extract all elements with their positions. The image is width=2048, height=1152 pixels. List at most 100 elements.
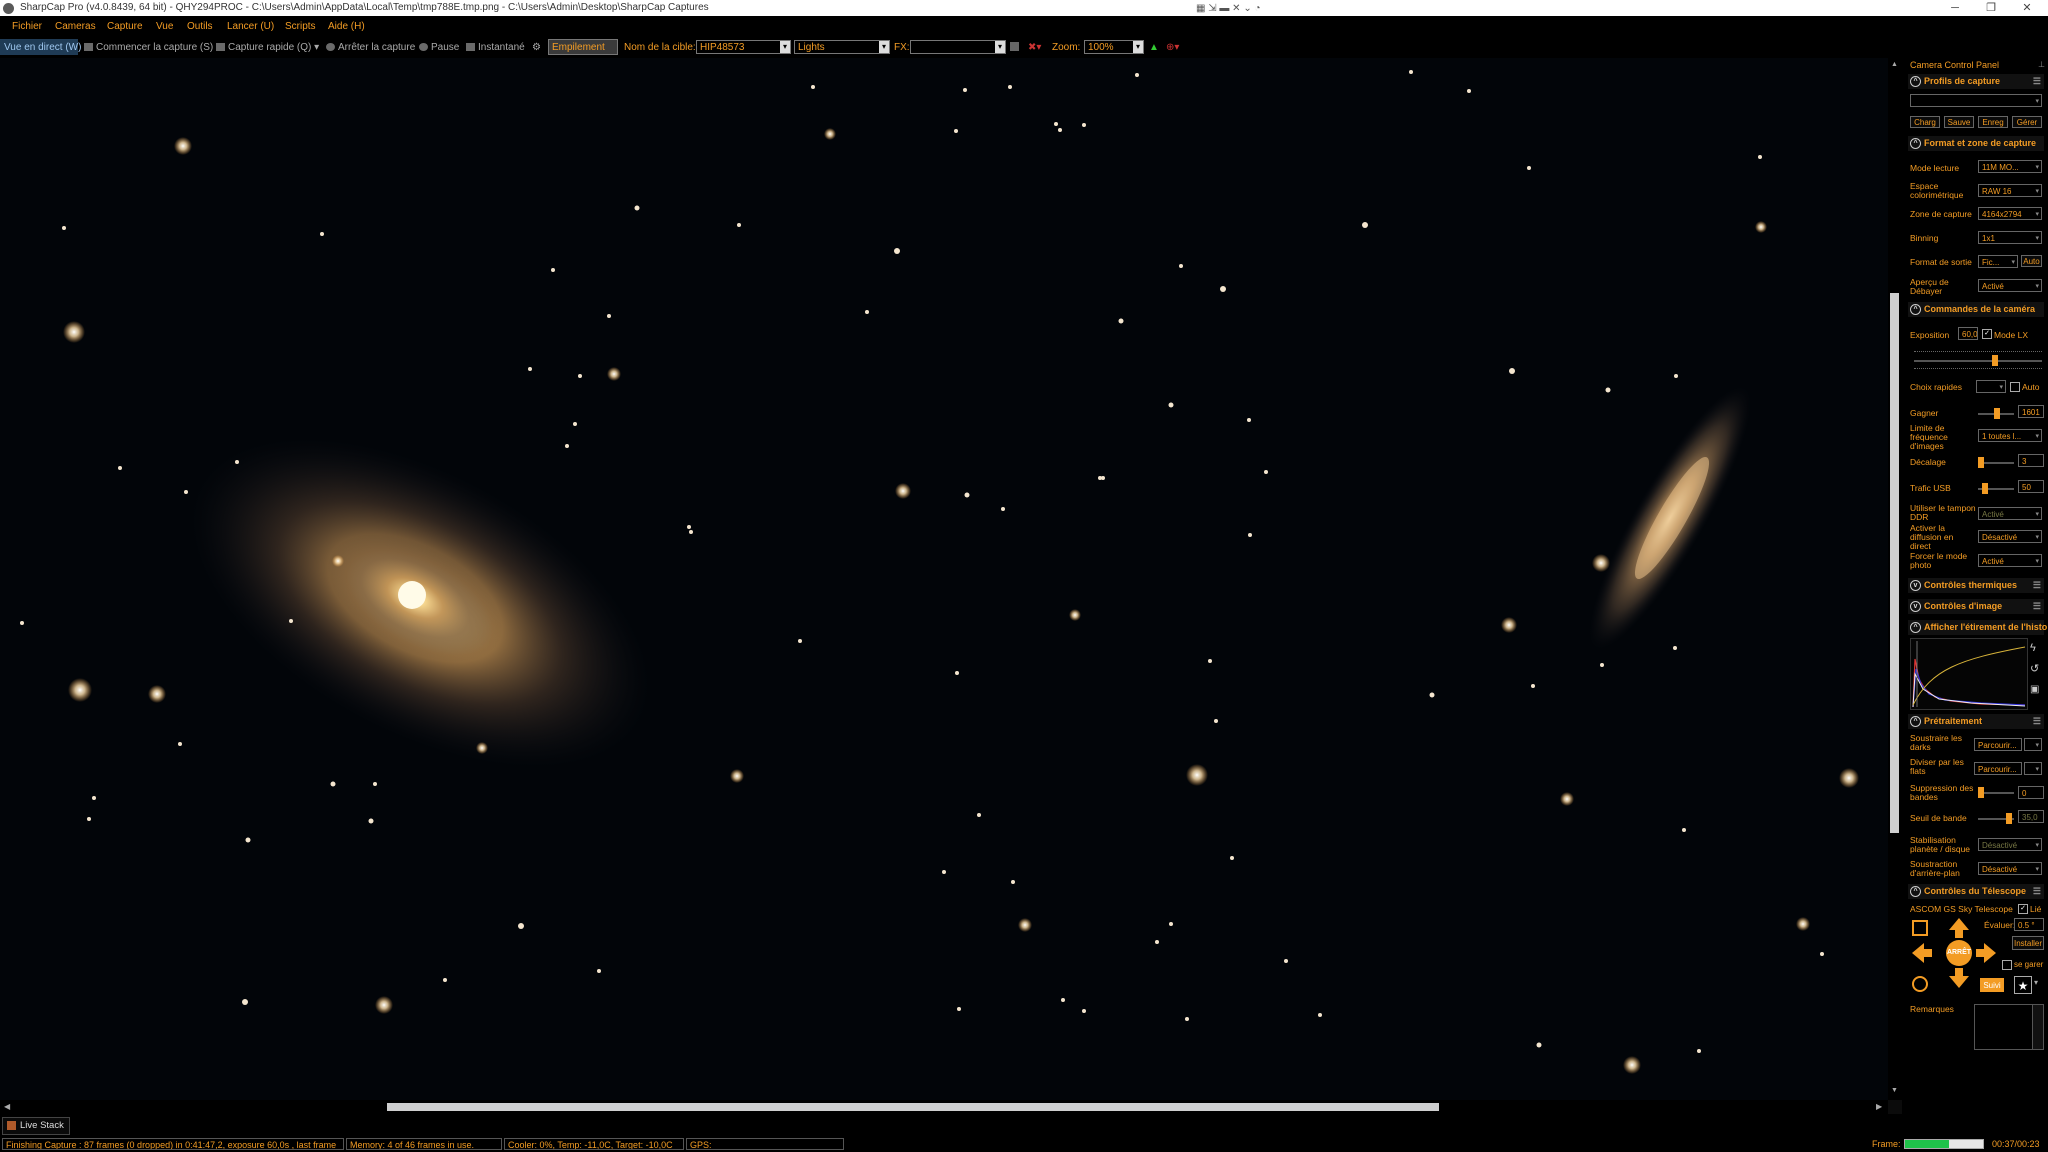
pin-icon[interactable]: ⊥ bbox=[2038, 60, 2045, 69]
sync-icon[interactable] bbox=[1912, 920, 1928, 936]
minimize-icon[interactable]: ─ bbox=[1938, 0, 1972, 16]
star-icon[interactable]: ★ bbox=[2014, 976, 2032, 994]
lightning-icon[interactable]: ϟ bbox=[2030, 642, 2036, 654]
live-view-button[interactable]: Vue en direct (W) bbox=[0, 39, 81, 55]
live-stack-tab[interactable]: Live Stack bbox=[2, 1117, 70, 1135]
chevron-down-icon[interactable]: ▾ bbox=[780, 41, 790, 53]
start-capture-button[interactable]: Commencer la capture (S) bbox=[84, 42, 213, 53]
menu-aide[interactable]: Aide (H) bbox=[328, 21, 365, 32]
frame-type-select[interactable]: Lights ▾ bbox=[794, 40, 890, 54]
target-name-input[interactable]: HIP48573 ▾ bbox=[696, 40, 791, 54]
threshold-slider[interactable] bbox=[1978, 813, 2014, 824]
gain-slider[interactable] bbox=[1978, 408, 2014, 419]
ddr-buffer-select[interactable]: Activé ▾ bbox=[1978, 507, 2042, 520]
usb-traffic-slider[interactable] bbox=[1978, 483, 2014, 494]
banding-slider[interactable] bbox=[1978, 787, 2014, 798]
collapse-icon[interactable]: ^ bbox=[1910, 716, 1921, 727]
debayer-preview-select[interactable]: Activé ▾ bbox=[1978, 279, 2042, 292]
tracking-button[interactable]: Suivi bbox=[1980, 978, 2004, 992]
arrow-down-icon[interactable] bbox=[1949, 976, 1969, 988]
stack-button[interactable]: Empilement bbox=[548, 39, 618, 55]
flats-dropdown[interactable]: ▾ bbox=[2024, 762, 2042, 775]
color-space-select[interactable]: RAW 16 ▾ bbox=[1978, 184, 2042, 197]
exposure-input[interactable]: 60,0 bbox=[1958, 327, 1978, 340]
profile-select[interactable]: ▾ bbox=[1910, 94, 2042, 107]
arrow-up-icon[interactable] bbox=[1949, 918, 1969, 930]
manage-profile-button[interactable]: Gérer bbox=[2012, 116, 2042, 128]
expand-icon[interactable]: v bbox=[1910, 601, 1921, 612]
stop-motion-button[interactable]: ARRÊT bbox=[1946, 940, 1972, 966]
capture-image-view[interactable] bbox=[0, 58, 1888, 1100]
section-thermal[interactable]: v Contrôles thermiques ☰ bbox=[1908, 578, 2044, 593]
exposure-slider-knob[interactable] bbox=[1992, 355, 1998, 366]
hscroll-thumb[interactable] bbox=[387, 1103, 1439, 1111]
arrow-right-icon[interactable] bbox=[1984, 943, 1996, 963]
star-menu-icon[interactable]: ▾ bbox=[2034, 978, 2038, 987]
scroll-down-icon[interactable]: ▼ bbox=[1891, 1087, 1899, 1094]
scroll-thumb[interactable] bbox=[1890, 293, 1899, 833]
menu-icon[interactable]: ☰ bbox=[2033, 886, 2041, 897]
collapse-icon[interactable]: ^ bbox=[1910, 76, 1921, 87]
save-profile-button[interactable]: Sauve bbox=[1944, 116, 1974, 128]
offset-slider-knob[interactable] bbox=[1978, 457, 1984, 468]
force-photo-select[interactable]: Activé ▾ bbox=[1978, 554, 2042, 567]
threshold-slider-knob[interactable] bbox=[2006, 813, 2012, 824]
arrow-left-icon[interactable] bbox=[1912, 943, 1924, 963]
banding-input[interactable]: 0 bbox=[2018, 786, 2044, 799]
collapse-icon[interactable]: ^ bbox=[1910, 886, 1921, 897]
section-telescope[interactable]: ^ Contrôles du Télescope ☰ bbox=[1908, 884, 2044, 899]
output-format-select[interactable]: Fic... ▾ bbox=[1978, 255, 2018, 268]
menu-outils[interactable]: Outils bbox=[187, 21, 213, 32]
lx-mode-checkbox[interactable]: ✓ bbox=[1982, 329, 1992, 339]
reticle-icon[interactable] bbox=[1010, 42, 1019, 51]
section-image[interactable]: v Contrôles d'image ☰ bbox=[1908, 599, 2044, 614]
histogram-chart[interactable] bbox=[1910, 638, 2028, 710]
menu-capture[interactable]: Capture bbox=[107, 21, 143, 32]
section-profiles[interactable]: ^ Profils de capture ☰ bbox=[1908, 74, 2044, 89]
park-checkbox[interactable] bbox=[2002, 960, 2012, 970]
install-button[interactable]: Installer bbox=[2012, 936, 2044, 950]
pause-button[interactable]: Pause bbox=[419, 42, 459, 53]
notes-scrollbar[interactable] bbox=[2032, 1004, 2044, 1050]
frame-rate-limit-select[interactable]: 1 toutes l... ▾ bbox=[1978, 429, 2042, 442]
maximize-icon[interactable]: ❐ bbox=[1974, 0, 2008, 16]
live-diffusion-select[interactable]: Désactivé ▾ bbox=[1978, 530, 2042, 543]
menu-vue[interactable]: Vue bbox=[156, 21, 173, 32]
store-profile-button[interactable]: Enreg bbox=[1978, 116, 2008, 128]
usb-traffic-slider-knob[interactable] bbox=[1982, 483, 1988, 494]
horizontal-scrollbar[interactable]: ◀ ▶ bbox=[0, 1100, 1888, 1114]
section-preprocess[interactable]: ^ Prétraitement ☰ bbox=[1908, 714, 2044, 729]
expand-icon[interactable]: v bbox=[1910, 580, 1921, 591]
chevron-down-icon[interactable]: ▾ bbox=[995, 41, 1005, 53]
gain-slider-knob[interactable] bbox=[1994, 408, 2000, 419]
chevron-down-icon[interactable]: ▾ bbox=[879, 41, 889, 53]
collapse-icon[interactable]: ^ bbox=[1910, 622, 1921, 633]
settings-tool-icon[interactable]: ⚙ bbox=[532, 42, 541, 53]
magnifier-icon[interactable]: ⊕▾ bbox=[1166, 42, 1179, 53]
menu-scripts[interactable]: Scripts bbox=[285, 21, 316, 32]
menu-icon[interactable]: ☰ bbox=[2033, 716, 2041, 727]
threshold-input[interactable]: 35,0 bbox=[2018, 810, 2044, 823]
collapse-icon[interactable]: ^ bbox=[1910, 138, 1921, 149]
auto-format-button[interactable]: Auto bbox=[2021, 255, 2042, 267]
reset-icon[interactable]: ↺ bbox=[2030, 662, 2039, 675]
stop-capture-button[interactable]: Arrêter la capture bbox=[326, 42, 415, 53]
darks-browse-select[interactable]: Parcourir... bbox=[1974, 738, 2022, 751]
save-icon[interactable]: ▣ bbox=[2030, 684, 2039, 695]
titlebar-tool-icons[interactable]: ▦ ⇲ ▬ ✕ ⌄ ◔ bbox=[1196, 3, 1261, 14]
section-histogram[interactable]: ^ Afficher l'étirement de l'histo bbox=[1908, 620, 2047, 635]
chevron-down-icon[interactable]: ▾ bbox=[1133, 41, 1143, 53]
background-subtraction-select[interactable]: Désactivé ▾ bbox=[1978, 862, 2042, 875]
section-format[interactable]: ^ Format et zone de capture bbox=[1908, 136, 2044, 151]
offset-input[interactable]: 3 bbox=[2018, 454, 2044, 467]
binning-select[interactable]: 1x1 ▾ bbox=[1978, 231, 2042, 244]
scroll-right-icon[interactable]: ▶ bbox=[1876, 1102, 1882, 1111]
load-profile-button[interactable]: Charg bbox=[1910, 116, 1940, 128]
crosshair-icon[interactable]: ✖▾ bbox=[1028, 42, 1041, 53]
zoom-select[interactable]: 100% ▾ bbox=[1084, 40, 1144, 54]
darks-dropdown[interactable]: ▾ bbox=[2024, 738, 2042, 751]
notes-textarea[interactable] bbox=[1974, 1004, 2034, 1050]
quick-choice-select[interactable]: ▾ bbox=[1976, 380, 2006, 393]
collapse-icon[interactable]: ^ bbox=[1910, 304, 1921, 315]
stabilization-select[interactable]: Désactivé ▾ bbox=[1978, 838, 2042, 851]
